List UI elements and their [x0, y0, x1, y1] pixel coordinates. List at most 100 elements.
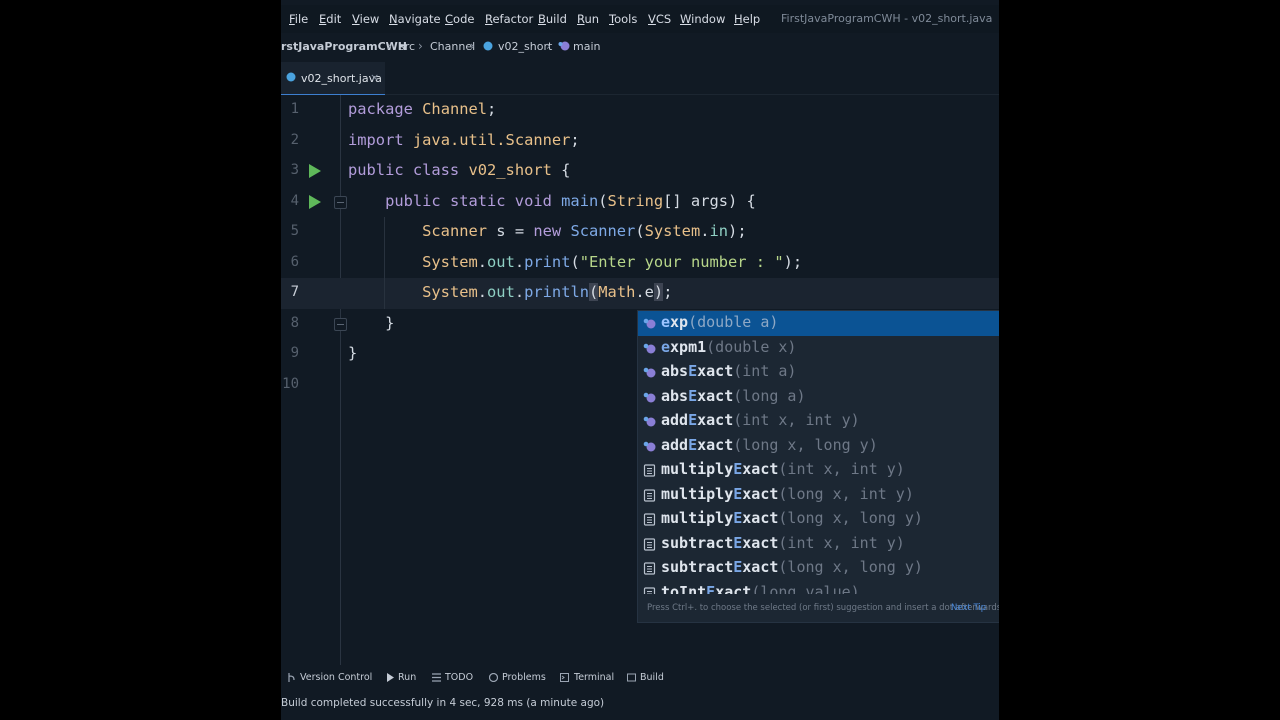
tool-build[interactable]: Build: [640, 672, 664, 683]
code-line-current[interactable]: 7 System.out.println(Math.e);: [281, 278, 999, 309]
tool-window-bar: Version Control Run TODO Problems Termin…: [281, 668, 999, 690]
menu-bar: File Edit View Navigate Code Refactor Bu…: [281, 5, 999, 33]
completion-item[interactable]: absExact(int a): [638, 360, 999, 385]
breadcrumb-src[interactable]: src: [399, 40, 415, 53]
tool-run[interactable]: Run: [398, 672, 416, 683]
tool-version-control[interactable]: Version Control: [300, 672, 372, 683]
fold-icon[interactable]: [334, 317, 347, 331]
menu-build[interactable]: Build: [538, 12, 567, 26]
code-text: public class v02_short {: [348, 161, 571, 179]
breadcrumb: rstJavaProgramCWH › src › Channel › v02_…: [281, 38, 999, 56]
chevron-right-icon: ›: [418, 39, 423, 53]
menu-vcs[interactable]: VCS: [648, 12, 671, 26]
method-icon: [643, 439, 656, 452]
menu-file[interactable]: File: [289, 12, 308, 26]
method-icon: [643, 365, 656, 378]
completion-item-label: addExact(int x, int y): [661, 411, 860, 429]
line-number: 1: [290, 101, 299, 117]
code-line[interactable]: 1 package Channel;: [281, 95, 999, 126]
completion-item[interactable]: addExact(long x, long y): [638, 434, 999, 459]
problems-icon: [489, 673, 498, 682]
menu-help[interactable]: Help: [734, 12, 760, 26]
todo-icon: [432, 673, 441, 682]
line-number: 8: [290, 314, 299, 331]
code-text: System.out.print("Enter your number : ")…: [422, 252, 803, 271]
completion-item-label: addExact(long x, long y): [661, 435, 878, 454]
completion-item[interactable]: subtractExact(long x, long y): [638, 556, 999, 581]
next-tip-link[interactable]: Next Tip: [951, 603, 986, 613]
menu-window[interactable]: Window: [680, 12, 725, 26]
code-text: import java.util.Scanner;: [348, 130, 580, 149]
java-class-icon: [483, 41, 493, 51]
code-text: public static void main(String[] args) {: [385, 191, 756, 210]
member-icon: [643, 561, 656, 575]
code-line[interactable]: 4 public static void main(String[] args)…: [281, 187, 999, 218]
member-icon: [643, 512, 656, 526]
line-number: 2: [290, 131, 299, 148]
method-icon: [558, 41, 570, 51]
member-icon: [643, 488, 656, 502]
code-completion-popup[interactable]: exp(double a) expm1(double x) absExact(int…: [637, 310, 999, 623]
completion-item-label: expm1(double x): [661, 337, 797, 356]
run-icon[interactable]: [309, 194, 321, 209]
completion-hint: Press Ctrl+. to choose the selected (or …: [647, 603, 999, 613]
code-text: }: [348, 313, 395, 332]
ide-window: File Edit View Navigate Code Refactor Bu…: [281, 0, 999, 720]
member-icon: [643, 537, 656, 551]
code-line[interactable]: 3 public class v02_short {: [281, 156, 999, 187]
menu-code[interactable]: Code: [445, 12, 474, 26]
line-number: 10: [282, 375, 299, 392]
indent-guide: [384, 217, 385, 309]
breadcrumb-package[interactable]: Channel: [430, 40, 475, 53]
status-bar: Build completed successfully in 4 sec, 9…: [281, 694, 999, 714]
fold-icon[interactable]: [334, 195, 347, 209]
editor-tab-bar: v02_short.java ×: [281, 60, 999, 96]
chevron-right-icon: ›: [546, 39, 551, 53]
line-number: 4: [290, 192, 299, 209]
method-icon: [643, 414, 656, 427]
code-line[interactable]: 5 Scanner s = new Scanner(System.in);: [281, 217, 999, 248]
menu-navigate[interactable]: Navigate: [389, 12, 441, 26]
branch-icon: [288, 673, 295, 682]
menu-run[interactable]: Run: [577, 12, 599, 26]
completion-item[interactable]: exp(double a): [638, 311, 999, 336]
menu-tools[interactable]: Tools: [609, 12, 637, 26]
tool-todo[interactable]: TODO: [445, 672, 473, 683]
completion-item[interactable]: multiplyExact(long x, int y): [638, 483, 999, 508]
build-icon: [627, 673, 636, 682]
tool-terminal[interactable]: Terminal: [574, 672, 614, 683]
completion-item[interactable]: subtractExact(int x, int y): [638, 532, 999, 557]
menu-edit[interactable]: Edit: [319, 12, 341, 26]
chevron-right-icon: ›: [470, 39, 475, 53]
close-icon[interactable]: ×: [370, 71, 379, 84]
code-text: Scanner s = new Scanner(System.in);: [422, 222, 747, 240]
breadcrumb-file[interactable]: v02_short: [498, 40, 552, 53]
code-text: }: [348, 344, 358, 362]
line-number: 9: [290, 345, 299, 361]
completion-footer: Press Ctrl+. to choose the selected (or …: [638, 594, 999, 622]
code-line[interactable]: 2 import java.util.Scanner;: [281, 126, 999, 157]
member-icon: [643, 463, 656, 477]
completion-item[interactable]: expm1(double x): [638, 336, 999, 361]
completion-item-label: absExact(int a): [661, 362, 797, 380]
menu-refactor[interactable]: Refactor: [485, 12, 533, 26]
chevron-right-icon: ›: [387, 39, 392, 53]
tab-v02-short[interactable]: v02_short.java ×: [281, 62, 385, 96]
menu-view[interactable]: View: [352, 12, 379, 26]
status-message: Build completed successfully in 4 sec, 9…: [281, 697, 605, 709]
terminal-icon: [560, 673, 569, 682]
code-line[interactable]: 6 System.out.print("Enter your number : …: [281, 248, 999, 279]
run-icon[interactable]: [309, 164, 321, 178]
completion-item-label: exp(double a): [661, 313, 779, 331]
completion-item-label: multiplyExact(long x, long y): [661, 509, 923, 527]
method-icon: [643, 341, 656, 354]
completion-item[interactable]: multiplyExact(long x, long y): [638, 507, 999, 532]
tool-problems[interactable]: Problems: [502, 672, 546, 683]
code-text: package Channel;: [348, 100, 497, 118]
completion-item[interactable]: multiplyExact(int x, int y): [638, 458, 999, 483]
completion-item[interactable]: absExact(long a): [638, 385, 999, 410]
completion-item[interactable]: addExact(int x, int y): [638, 409, 999, 434]
breadcrumb-method[interactable]: main: [573, 40, 600, 53]
method-icon: [643, 316, 656, 329]
completion-item-label: multiplyExact(int x, int y): [661, 460, 905, 478]
